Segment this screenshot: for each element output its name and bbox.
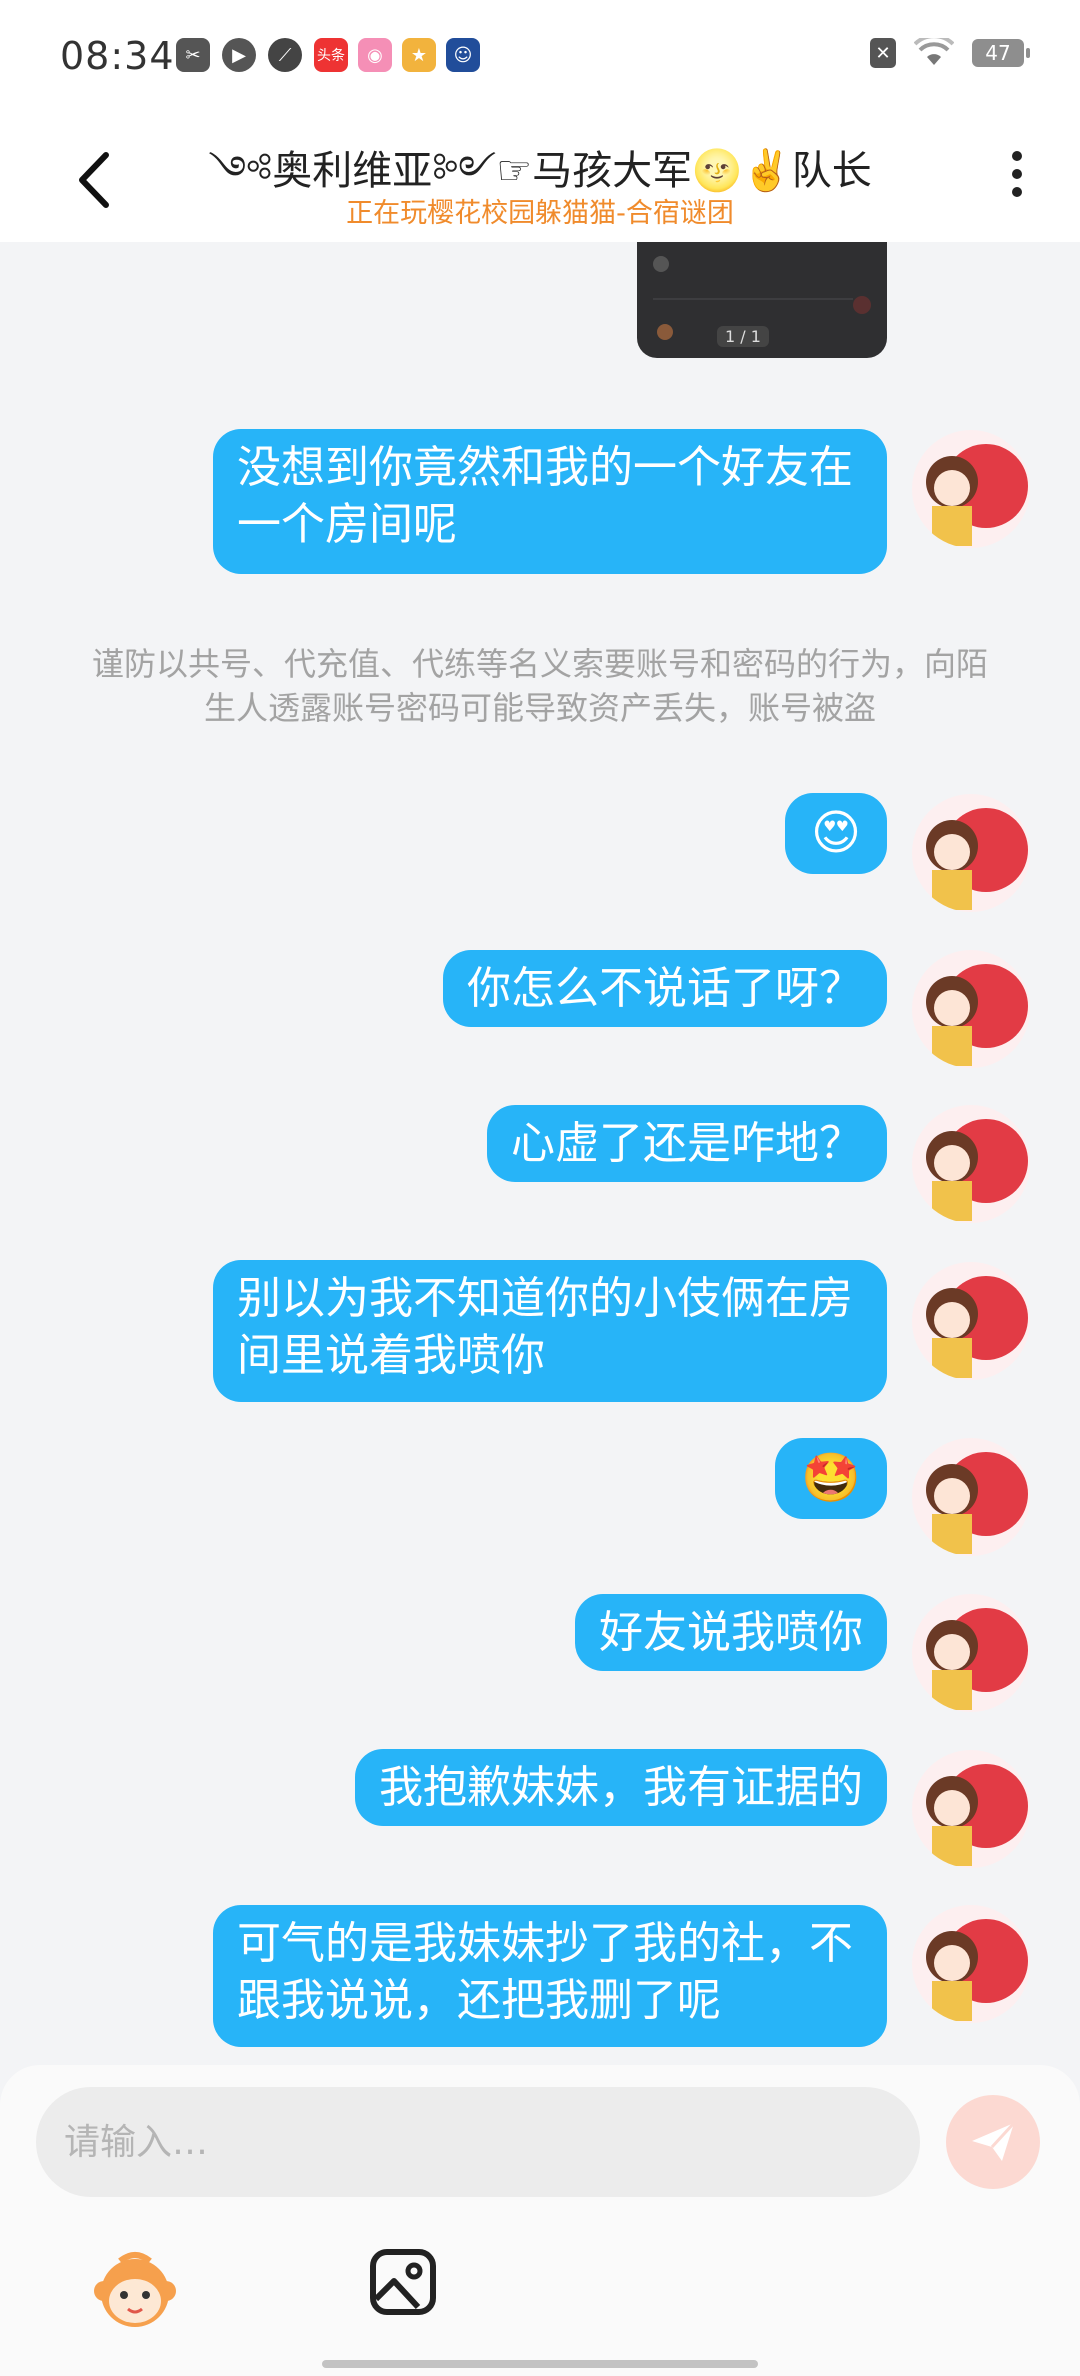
video-app-icon: ▶ [222,38,256,72]
toutiao-label: 头条 [317,48,345,64]
recorder-app-icon: ✂ [176,38,210,72]
message-bubble[interactable]: 😍 [784,793,887,874]
chat-header: ༺奥利维亚༻☞马孩大军🌝✌️队长 正在玩樱花校园躲猫猫-合宿谜团 [0,115,1080,242]
toutiao-app-icon: 头条 [314,38,348,72]
sim-off-icon: ✕ [870,38,896,68]
home-indicator[interactable] [322,2360,758,2368]
avatar[interactable] [912,1905,1030,2023]
status-bar: 08:34 ✂ ▶ ⟋ 头条 ◉ ★ ☺ ✕ 47 [0,0,1080,115]
more-options-icon[interactable] [1002,143,1032,213]
send-button[interactable] [946,2095,1040,2189]
message-bubble[interactable]: 好友说我喷你 [575,1594,887,1671]
avatar[interactable] [912,1105,1030,1223]
avatar[interactable] [912,1750,1030,1868]
avatar[interactable] [912,1438,1030,1556]
camera-app-icon: ◉ [358,38,392,72]
message-input[interactable] [36,2087,920,2197]
image-icon[interactable] [368,2247,438,2317]
message-bubble[interactable]: 我抱歉妹妹，我有证据的 [355,1749,887,1826]
back-icon[interactable] [70,145,120,215]
avatar[interactable] [912,430,1030,548]
message-bubble[interactable]: 心虚了还是咋地？ [487,1105,887,1182]
chat-subtitle[interactable]: 正在玩樱花校园躲猫猫-合宿谜团 [200,191,880,230]
link-app-icon: ⟋ [268,38,302,72]
message-bubble[interactable]: 你怎么不说话了呀？ [443,950,887,1027]
wifi-icon [914,38,954,65]
send-icon [972,2121,1016,2161]
game-app-icon: ★ [402,38,436,72]
message-bubble[interactable]: 没想到你竟然和我的一个好友在一个房间呢 [213,429,887,574]
avatar[interactable] [912,1594,1030,1712]
message-bubble[interactable]: 🤩 [775,1438,887,1519]
message-bubble[interactable]: 别以为我不知道你的小伎俩在房间里说着我喷你 [213,1260,887,1402]
message-bubble[interactable]: 可气的是我妹妹抄了我的社，不跟我说说，还把我删了呢 [213,1905,887,2047]
chat-app-icon: ☺ [446,38,480,72]
mascot-sticker-icon[interactable] [90,2245,180,2335]
avatar[interactable] [912,794,1030,912]
status-time: 08:34 [60,34,175,78]
security-notice: 谨防以共号、代充值、代练等名义索要账号和密码的行为，向陌生人透露账号密码可能导致… [91,645,988,727]
battery-indicator: 47 [972,39,1030,67]
avatar[interactable] [912,1262,1030,1380]
avatar[interactable] [912,950,1030,1068]
composer-panel [0,2065,1080,2376]
card-page-counter: 1 / 1 [717,326,769,347]
shared-card-preview[interactable]: 1 / 1 [637,242,887,358]
